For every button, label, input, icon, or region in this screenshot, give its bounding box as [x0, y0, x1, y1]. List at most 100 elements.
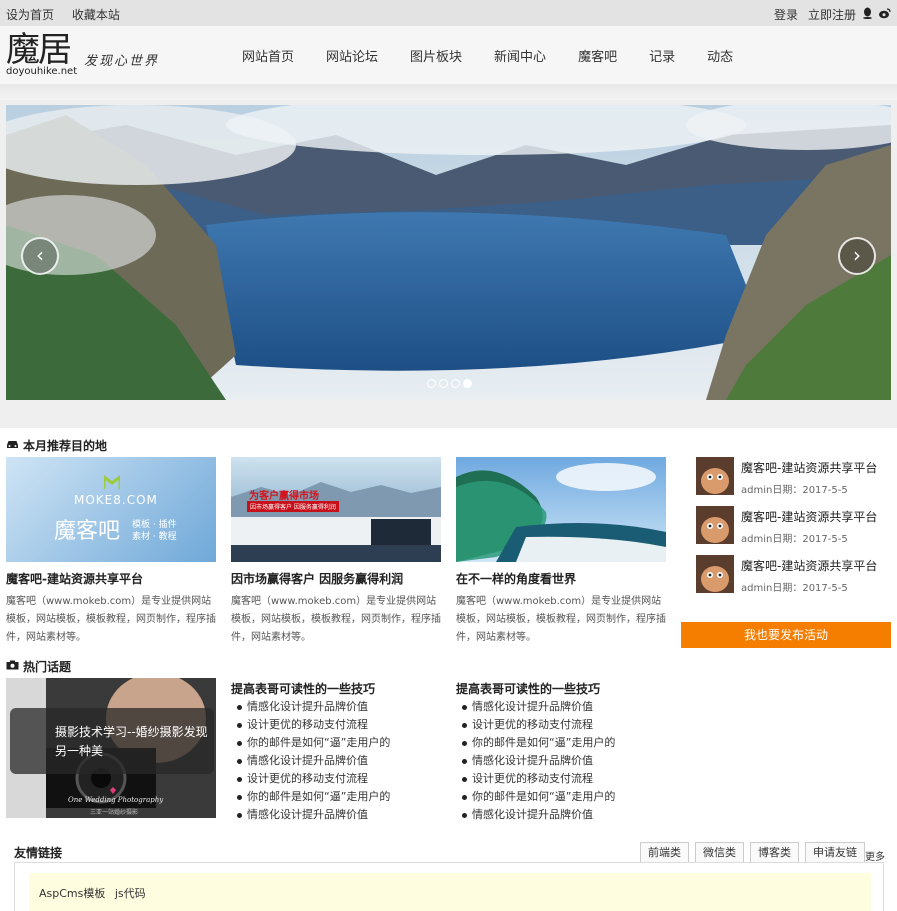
side-list-item[interactable]: 魔客吧-建站资源共享平台 admin日期：2017-5-5 — [696, 506, 896, 546]
banner-image — [6, 105, 891, 400]
logo-glyph: 魔居 — [6, 30, 72, 70]
card-image-2[interactable]: 为客户赢得市场 因市场赢得客户 因服务赢得利润 — [231, 457, 441, 562]
hot-list-item[interactable]: 你的邮件是如何“逼”走用户的 — [456, 734, 666, 752]
set-home-link[interactable]: 设为首页 — [6, 8, 54, 22]
main-nav: 网站首页 网站论坛 图片板块 新闻中心 魔客吧 记录 动态 — [242, 46, 765, 65]
hot-list-item[interactable]: 情感化设计提升品牌价值 — [231, 806, 441, 824]
card-title[interactable]: 魔客吧-建站资源共享平台 — [6, 570, 216, 587]
nav-item-news[interactable]: 新闻中心 — [494, 46, 546, 65]
side-item-title[interactable]: 魔客吧-建站资源共享平台 — [741, 557, 877, 574]
side-item-meta: admin日期：2017-5-5 — [741, 485, 848, 496]
top-bar-left: 设为首页 收藏本站 — [6, 6, 134, 23]
links-tab-apply[interactable]: 申请友链 — [805, 842, 865, 862]
banner-slider[interactable]: ‹ › — [6, 105, 891, 400]
links-tab-blog[interactable]: 博客类 — [750, 842, 799, 862]
card-1-img-text-4: 素材 · 教程 — [132, 532, 177, 542]
side-list-item[interactable]: 魔客吧-建站资源共享平台 admin日期：2017-5-5 — [696, 555, 896, 595]
recommend-card-1[interactable]: MOKE8.COM 魔客吧 模板 · 插件 素材 · 教程 魔客吧-建站资源共享… — [6, 457, 216, 647]
recommend-section-title: 本月推荐目的地 — [6, 437, 107, 454]
hot-list-item[interactable]: 你的邮件是如何“逼”走用户的 — [231, 788, 441, 806]
hot-list-column-2: 提高表哥可读性的一些技巧 情感化设计提升品牌价值 设计更优的移动支付流程 你的邮… — [456, 680, 666, 824]
nav-item-mokeba[interactable]: 魔客吧 — [578, 46, 617, 65]
banner-dot-4[interactable] — [463, 379, 472, 388]
car-icon — [6, 439, 19, 452]
hot-feature-image[interactable]: 摄影技术学习--婚纱摄影发现另一种美 One Wedding Photograp… — [6, 678, 216, 818]
card-image-3[interactable] — [456, 457, 666, 562]
hot-list-title[interactable]: 提高表哥可读性的一些技巧 — [231, 680, 441, 698]
hot-title-text: 热门话题 — [23, 660, 72, 674]
hot-list-item[interactable]: 情感化设计提升品牌价值 — [456, 806, 666, 824]
banner-next-button[interactable]: › — [838, 237, 876, 275]
links-more-link[interactable]: 更多 — [865, 848, 885, 863]
weibo-icon[interactable] — [879, 7, 891, 22]
recommend-title-text: 本月推荐目的地 — [23, 439, 108, 453]
card-desc: 魔客吧（www.mokeb.com）是专业提供网站模板，网站模板，模板教程，网页… — [456, 596, 666, 643]
banner-section: ‹ › — [0, 100, 897, 428]
bookmark-link[interactable]: 收藏本站 — [72, 8, 120, 22]
card-title[interactable]: 因市场赢得客户 因服务赢得利润 — [231, 570, 441, 587]
register-link[interactable]: 立即注册 — [808, 6, 856, 23]
nav-item-forum[interactable]: 网站论坛 — [326, 46, 378, 65]
banner-dot-3[interactable] — [451, 379, 460, 388]
links-section-title: 友情链接 — [14, 846, 63, 860]
hot-list-item[interactable]: 设计更优的移动支付流程 — [231, 770, 441, 788]
hot-feature-brand-sub: 三亚一站婚纱摄影 — [90, 809, 139, 816]
hot-feature-caption[interactable]: 摄影技术学习--婚纱摄影发现另一种美 — [10, 708, 214, 774]
links-tab-frontend[interactable]: 前端类 — [640, 842, 689, 862]
links-list: AspCms模板 js代码 — [29, 873, 871, 911]
camera-icon — [6, 660, 19, 673]
links-box: AspCms模板 js代码 — [14, 862, 884, 911]
side-item-title[interactable]: 魔客吧-建站资源共享平台 — [741, 508, 877, 525]
hot-list-column-1: 提高表哥可读性的一些技巧 情感化设计提升品牌价值 设计更优的移动支付流程 你的邮… — [231, 680, 441, 824]
recommend-card-2[interactable]: 为客户赢得市场 因市场赢得客户 因服务赢得利润 因市场赢得客户 因服务赢得利润 … — [231, 457, 441, 647]
hot-list-item[interactable]: 设计更优的移动支付流程 — [456, 716, 666, 734]
hot-list-item[interactable]: 情感化设计提升品牌价值 — [456, 698, 666, 716]
link-item[interactable]: AspCms模板 — [39, 887, 105, 900]
thumbnail-image[interactable] — [696, 555, 734, 593]
site-logo[interactable]: 魔居 doyouhike.net — [6, 30, 77, 78]
card-1-img-text-2: 魔客吧 — [54, 519, 121, 544]
banner-dot-1[interactable] — [427, 379, 436, 388]
card-image-1[interactable]: MOKE8.COM 魔客吧 模板 · 插件 素材 · 教程 — [6, 457, 216, 562]
hot-list-item[interactable]: 你的邮件是如何“逼”走用户的 — [231, 734, 441, 752]
card-title[interactable]: 在不一样的角度看世界 — [456, 570, 666, 587]
hot-list-title[interactable]: 提高表哥可读性的一些技巧 — [456, 680, 666, 698]
side-item-meta: admin日期：2017-5-5 — [741, 534, 848, 545]
hot-list-item[interactable]: 情感化设计提升品牌价值 — [231, 698, 441, 716]
login-link[interactable]: 登录 — [774, 6, 798, 23]
moke-logo-icon — [102, 474, 122, 489]
nav-item-images[interactable]: 图片板块 — [410, 46, 462, 65]
banner-prev-button[interactable]: ‹ — [21, 237, 59, 275]
links-tabs: 前端类 微信类 博客类 申请友链 — [640, 842, 871, 862]
banner-pagination — [427, 379, 475, 388]
nav-item-activity[interactable]: 动态 — [707, 46, 733, 65]
side-list-item[interactable]: 魔客吧-建站资源共享平台 admin日期：2017-5-5 — [696, 457, 896, 497]
side-item-title[interactable]: 魔客吧-建站资源共享平台 — [741, 459, 877, 476]
thumbnail-image[interactable] — [696, 457, 734, 495]
publish-activity-button[interactable]: 我也要发布活动 — [681, 622, 891, 648]
hot-list-item[interactable]: 情感化设计提升品牌价值 — [231, 752, 441, 770]
card-desc: 魔客吧（www.mokeb.com）是专业提供网站模板，网站模板，模板教程，网页… — [231, 596, 441, 643]
nav-item-records[interactable]: 记录 — [649, 46, 675, 65]
card-desc: 魔客吧（www.mokeb.com）是专业提供网站模板，网站模板，模板教程，网页… — [6, 596, 216, 643]
link-item[interactable]: js代码 — [115, 887, 146, 900]
chevron-left-icon: ‹ — [36, 243, 44, 267]
card-2-img-text-2: 因市场赢得客户 因服务赢得利润 — [247, 501, 339, 512]
side-item-meta: admin日期：2017-5-5 — [741, 583, 848, 594]
card-2-img-text-1: 为客户赢得市场 — [249, 491, 319, 502]
banner-dot-2[interactable] — [439, 379, 448, 388]
qq-icon[interactable] — [862, 7, 873, 22]
thumbnail-image[interactable] — [696, 506, 734, 544]
hot-feature-brand: One Wedding Photography — [68, 796, 164, 804]
hot-list-item[interactable]: 设计更优的移动支付流程 — [456, 770, 666, 788]
hot-list-item[interactable]: 你的邮件是如何“逼”走用户的 — [456, 788, 666, 806]
site-header: 魔居 doyouhike.net 发现心世界 网站首页 网站论坛 图片板块 新闻… — [0, 26, 897, 84]
links-tab-wechat[interactable]: 微信类 — [695, 842, 744, 862]
card-3-wave — [456, 463, 666, 562]
hot-list-item[interactable]: 情感化设计提升品牌价值 — [456, 752, 666, 770]
site-slogan: 发现心世界 — [84, 54, 160, 69]
hot-list-item[interactable]: 设计更优的移动支付流程 — [231, 716, 441, 734]
header-divider — [0, 84, 897, 100]
recommend-card-3[interactable]: 在不一样的角度看世界 魔客吧（www.mokeb.com）是专业提供网站模板，网… — [456, 457, 666, 647]
nav-item-home[interactable]: 网站首页 — [242, 46, 294, 65]
